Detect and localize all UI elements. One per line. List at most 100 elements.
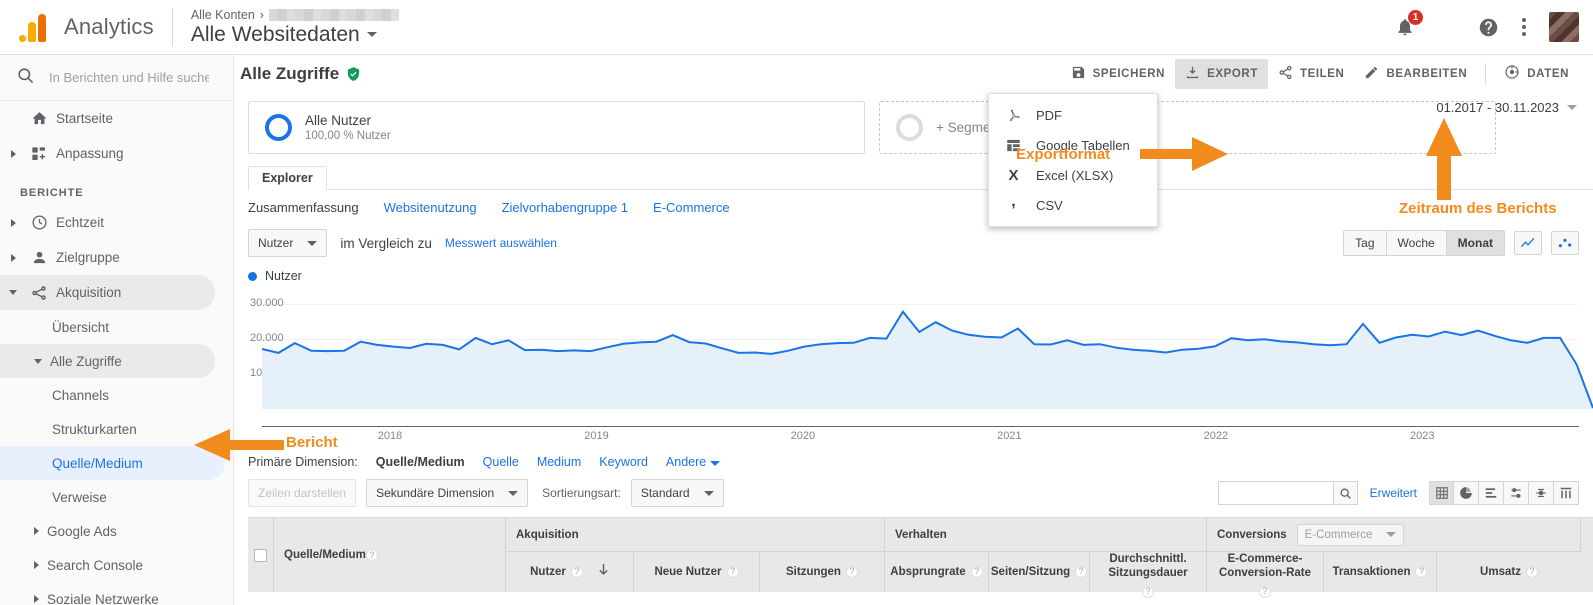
granularity-monat[interactable]: Monat [1446, 230, 1505, 256]
property-title[interactable]: Alle Websitedaten [191, 23, 399, 47]
help-icon[interactable]: ? [570, 566, 583, 578]
secondary-dimension-button[interactable]: Sekundäre Dimension [366, 479, 529, 507]
collapse-arrow-icon[interactable] [34, 358, 42, 364]
expand-arrow-icon[interactable] [34, 527, 39, 535]
help-icon[interactable]: ? [1415, 566, 1428, 578]
expand-arrow-icon[interactable] [34, 595, 39, 603]
select-metric-link[interactable]: Messwert auswählen [445, 236, 557, 250]
export-menu-item-pdf[interactable]: PDF [989, 100, 1157, 130]
tab-ecommerce[interactable]: E-Commerce [653, 200, 730, 215]
sidebar-item-akquisition[interactable]: Akquisition [0, 275, 215, 310]
export-button[interactable]: EXPORT [1175, 58, 1268, 89]
tab-zusammenfassung[interactable]: Zusammenfassung [248, 200, 359, 215]
sidebar-item-uebersicht[interactable]: Übersicht [0, 310, 233, 344]
sidebar-item-zielgruppe[interactable]: Zielgruppe [0, 240, 233, 275]
date-range-selector[interactable]: 01.2017 - 30.11.2023 [1436, 100, 1577, 115]
avatar[interactable] [1549, 12, 1579, 42]
comparison-view-icon[interactable] [1504, 481, 1529, 505]
segment-all-users[interactable]: Alle Nutzer 100,00 % Nutzer [248, 101, 865, 154]
dimension-medium[interactable]: Medium [537, 455, 581, 469]
help-icon[interactable]: ? [1525, 566, 1538, 578]
sidebar-item-echtzeit[interactable]: Echtzeit [0, 205, 233, 240]
help-icon[interactable]: ? [845, 566, 858, 578]
performance-view-icon[interactable] [1529, 481, 1554, 505]
top-bar-actions: 1 [1395, 10, 1593, 42]
table-view-icon[interactable] [1429, 481, 1454, 505]
column-absprungrate[interactable]: Absprungrate ? [885, 552, 989, 592]
advanced-link[interactable]: Erweitert [1370, 486, 1417, 500]
expand-arrow-icon[interactable] [34, 561, 39, 569]
column-nutzer[interactable]: Nutzer ? [506, 552, 634, 592]
dimension-keyword[interactable]: Keyword [599, 455, 648, 469]
export-menu-item-excel[interactable]: X Excel (XLSX) [989, 160, 1157, 190]
column-sitzungen[interactable]: Sitzungen ? [760, 552, 885, 592]
column-umsatz[interactable]: Umsatz ? [1437, 552, 1581, 592]
tab-explorer[interactable]: Explorer [248, 166, 327, 190]
sidebar-item-google-ads[interactable]: Google Ads [0, 514, 233, 548]
help-icon[interactable]: ? [1259, 585, 1271, 598]
sidebar-item-anpassung[interactable]: Anpassung [0, 136, 233, 171]
pie-view-icon[interactable] [1454, 481, 1479, 505]
sidebar-item-verweise[interactable]: Verweise [0, 480, 233, 514]
dimension-andere[interactable]: Andere [666, 455, 720, 469]
select-all-checkbox[interactable] [254, 548, 267, 562]
export-menu-item-csv[interactable]: , CSV [989, 190, 1157, 220]
column-neue-nutzer[interactable]: Neue Nutzer ? [634, 552, 760, 592]
column-ecommerce-conversion-rate[interactable]: E-Commerce-Conversion-Rate ? [1207, 552, 1324, 598]
column-seiten-sitzung[interactable]: Seiten/Sitzung ? [989, 552, 1090, 592]
help-icon[interactable]: ? [1075, 566, 1088, 578]
dimension-quelle[interactable]: Quelle [483, 455, 519, 469]
sort-type-value: Standard [640, 486, 690, 500]
dimension-header-cell[interactable]: Quelle/Medium ? [274, 518, 506, 592]
table-search-input[interactable] [1217, 481, 1333, 505]
breadcrumb-accounts[interactable]: Alle Konten [191, 8, 255, 22]
conversions-type-selector[interactable]: E-Commerce [1296, 523, 1405, 546]
metric-selector[interactable]: Nutzer [248, 229, 328, 257]
save-label: SPEICHERN [1092, 67, 1166, 80]
chevron-down-icon[interactable] [366, 32, 377, 37]
sort-descending-icon[interactable] [598, 563, 609, 580]
help-icon[interactable]: ? [1142, 585, 1154, 598]
share-button[interactable]: TEILEN [1268, 59, 1355, 89]
data-button[interactable]: DATEN [1494, 58, 1579, 89]
line-chart-icon[interactable] [1514, 231, 1542, 255]
clock-icon [22, 214, 56, 231]
scatter-chart-icon[interactable] [1551, 231, 1579, 255]
x-axis-tick-2020: 2020 [790, 430, 816, 442]
expand-arrow-icon[interactable] [4, 149, 22, 158]
users-over-time-chart[interactable]: 30.000 20.000 10.000 [248, 287, 1593, 427]
expand-arrow-icon[interactable] [4, 253, 22, 262]
column-sitzungsdauer[interactable]: Durchschnittl. Sitzungsdauer ? [1090, 552, 1207, 598]
expand-arrow-icon[interactable] [4, 218, 22, 227]
sidebar-item-startseite[interactable]: Startseite [0, 101, 233, 136]
tab-websitenutzung[interactable]: Websitenutzung [384, 200, 477, 215]
annotation-arrow-export [1140, 137, 1228, 171]
apps-grid-icon[interactable] [1438, 19, 1455, 36]
help-icon[interactable]: ? [726, 566, 739, 578]
notifications-bell-icon[interactable]: 1 [1395, 10, 1423, 37]
sort-type-selector[interactable]: Standard [630, 479, 724, 507]
tab-zielvorhabengruppe[interactable]: Zielvorhabengruppe 1 [502, 200, 628, 215]
pivot-view-icon[interactable] [1554, 481, 1579, 505]
table-search-icon[interactable] [1332, 481, 1358, 505]
sidebar-search[interactable] [0, 55, 233, 101]
more-options-icon[interactable] [1522, 18, 1526, 36]
sidebar-item-alle-zugriffe[interactable]: Alle Zugriffe [0, 344, 215, 378]
edit-button[interactable]: BEARBEITEN [1354, 59, 1477, 89]
help-icon[interactable]: ? [970, 566, 983, 578]
save-button[interactable]: SPEICHERN [1061, 59, 1176, 89]
help-icon[interactable]: ? [365, 549, 378, 561]
collapse-arrow-icon[interactable] [4, 290, 22, 295]
sidebar-item-soziale-netzwerke[interactable]: Soziale Netzwerke [0, 582, 233, 605]
sidebar-item-search-console[interactable]: Search Console [0, 548, 233, 582]
sidebar-item-label: Zielgruppe [56, 250, 120, 265]
granularity-tag[interactable]: Tag [1343, 230, 1387, 256]
help-icon[interactable] [1478, 17, 1499, 38]
column-transaktionen[interactable]: Transaktionen ? [1324, 552, 1437, 592]
search-input[interactable] [49, 70, 209, 85]
sidebar-item-channels[interactable]: Channels [0, 378, 233, 412]
account-selector[interactable]: Alle Konten › Alle Websitedaten [191, 8, 399, 47]
bar-view-icon[interactable] [1479, 481, 1504, 505]
granularity-woche[interactable]: Woche [1386, 230, 1447, 256]
verified-shield-icon [346, 66, 361, 82]
